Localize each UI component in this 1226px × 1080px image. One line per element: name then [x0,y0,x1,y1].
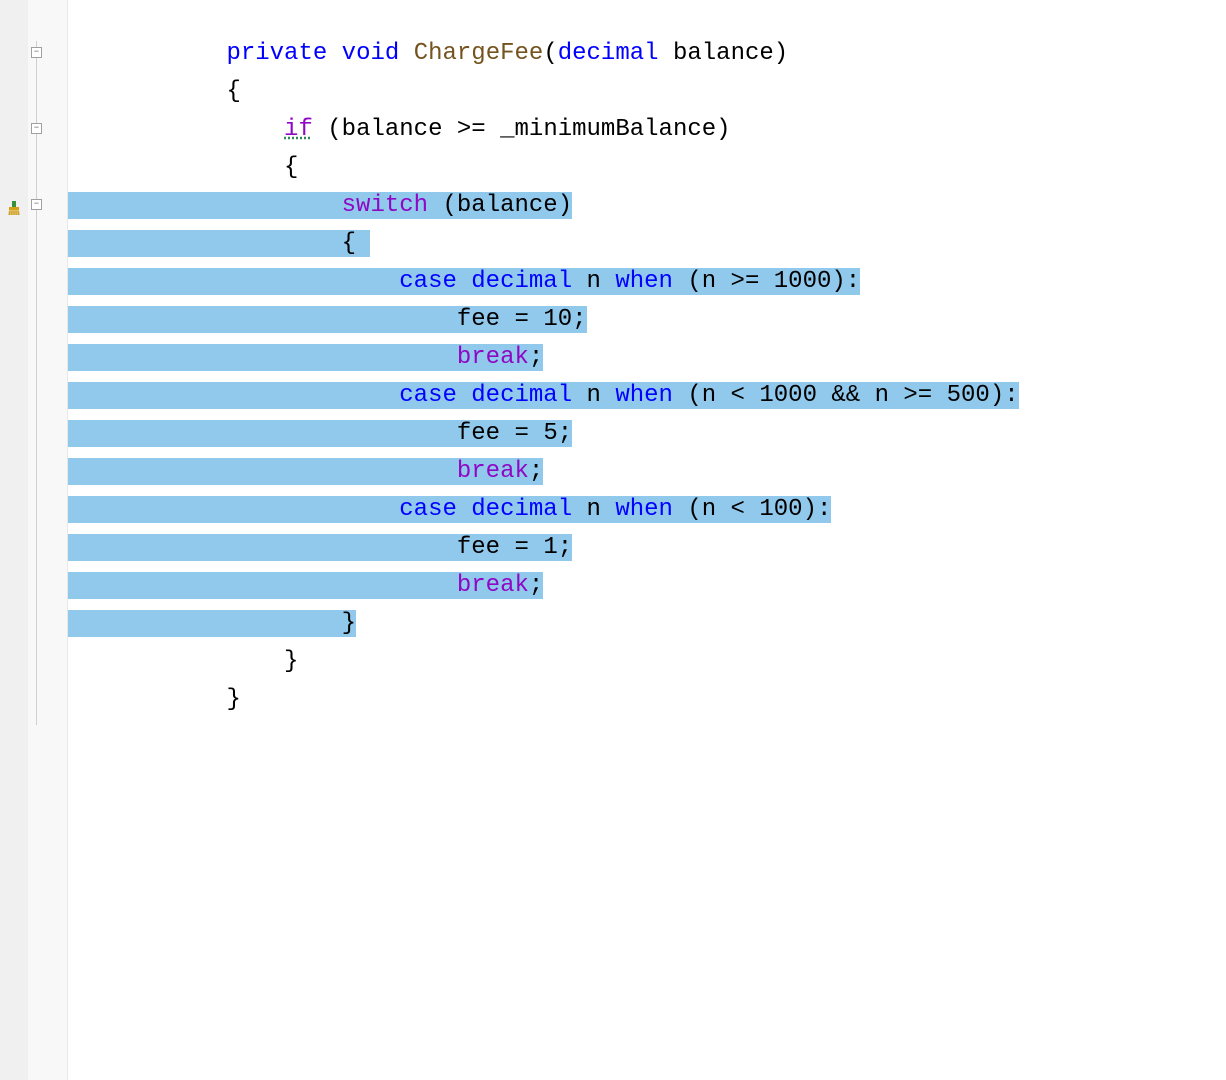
code-line[interactable]: { [68,73,1226,111]
code-line[interactable]: break; [68,453,1226,491]
code-line[interactable]: case decimal n when (n >= 1000): [68,263,1226,301]
code-line[interactable]: { [68,225,1226,263]
code-editor[interactable]: private void ChargeFee(decimal balance) … [68,0,1226,1080]
code-line[interactable]: case decimal n when (n < 100): [68,491,1226,529]
outline-column: − − − [28,0,68,1080]
code-line[interactable]: fee = 1; [68,529,1226,567]
code-line[interactable]: switch (balance) [68,187,1226,225]
outline-collapse-box[interactable]: − [31,123,42,134]
editor-margin [0,0,28,1080]
code-line[interactable]: break; [68,567,1226,605]
code-line[interactable]: } [68,605,1226,643]
code-line[interactable]: if (balance >= _minimumBalance) [68,111,1226,149]
code-line[interactable]: fee = 5; [68,415,1226,453]
code-line[interactable]: } [68,681,1226,719]
code-line[interactable]: fee = 10; [68,301,1226,339]
code-line[interactable]: case decimal n when (n < 1000 && n >= 50… [68,377,1226,415]
code-line[interactable]: } [68,643,1226,681]
code-line[interactable]: break; [68,339,1226,377]
code-line[interactable]: { [68,149,1226,187]
outline-collapse-box[interactable]: − [31,199,42,210]
outline-collapse-box[interactable]: − [31,47,42,58]
code-line[interactable]: private void ChargeFee(decimal balance) [68,35,1226,73]
broom-icon[interactable] [6,197,22,213]
